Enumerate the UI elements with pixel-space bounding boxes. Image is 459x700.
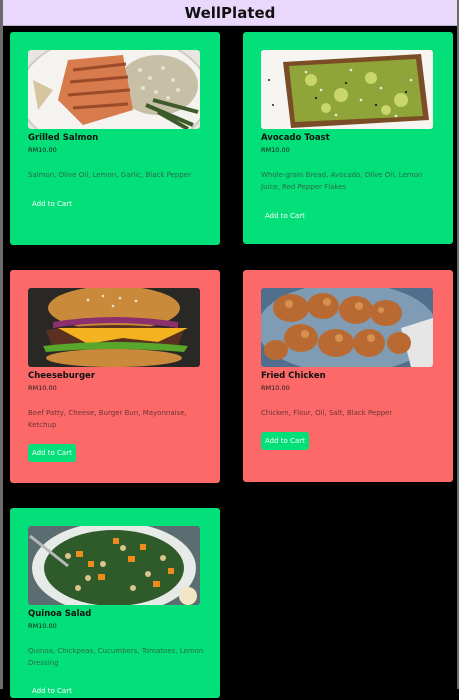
app-header: WellPlated — [3, 0, 457, 26]
menu-card-fried-chicken: Fried Chicken RM10.00 Chicken, Flour, Oi… — [243, 270, 453, 482]
menu-card-quinoa-salad: Quinoa Salad RM10.00 Quinoa, Chickpeas, … — [10, 508, 220, 698]
add-to-cart-button[interactable]: Add to Cart — [28, 444, 76, 462]
item-name: Fried Chicken — [261, 371, 326, 381]
avocado-toast-image — [261, 50, 433, 129]
item-price: RM10.00 — [28, 146, 57, 154]
add-to-cart-button[interactable]: Add to Cart — [28, 195, 76, 213]
item-ingredients: Beef Patty, Cheese, Burger Bun, Mayonnai… — [28, 409, 187, 429]
add-to-cart-button[interactable]: Add to Cart — [261, 207, 309, 225]
cheeseburger-image — [28, 288, 200, 367]
item-ingredients: Salmon, Olive Oil, Lemon, Garlic, Black … — [28, 171, 191, 179]
fried-chicken-image — [261, 288, 433, 367]
item-name: Grilled Salmon — [28, 133, 99, 143]
window-edge-left — [0, 0, 3, 689]
item-ingredients: Whole-grain Bread, Avocado, Olive Oil, L… — [261, 171, 423, 191]
item-ingredients: Chicken, Flour, Oil, Salt, Black Pepper — [261, 409, 393, 417]
app-title: WellPlated — [184, 3, 276, 22]
menu-card-cheeseburger: Cheeseburger RM10.00 Beef Patty, Cheese,… — [10, 270, 220, 483]
menu-card-grilled-salmon: Grilled Salmon RM10.00 Salmon, Olive Oil… — [10, 32, 220, 245]
item-name: Cheeseburger — [28, 371, 96, 381]
item-price: RM10.00 — [261, 146, 290, 154]
add-to-cart-button[interactable]: Add to Cart — [261, 432, 309, 450]
grilled-salmon-image — [28, 50, 200, 129]
quinoa-salad-image — [28, 526, 200, 605]
item-name: Quinoa Salad — [28, 609, 92, 619]
item-ingredients: Quinoa, Chickpeas, Cucumbers, Tomatoes, … — [28, 647, 204, 667]
item-price: RM10.00 — [28, 622, 57, 630]
item-price: RM10.00 — [261, 384, 290, 392]
item-name: Avocado Toast — [261, 133, 330, 143]
item-price: RM10.00 — [28, 384, 57, 392]
menu-card-avocado-toast: Avocado Toast RM10.00 Whole-grain Bread,… — [243, 32, 453, 244]
add-to-cart-button[interactable]: Add to Cart — [28, 682, 76, 700]
